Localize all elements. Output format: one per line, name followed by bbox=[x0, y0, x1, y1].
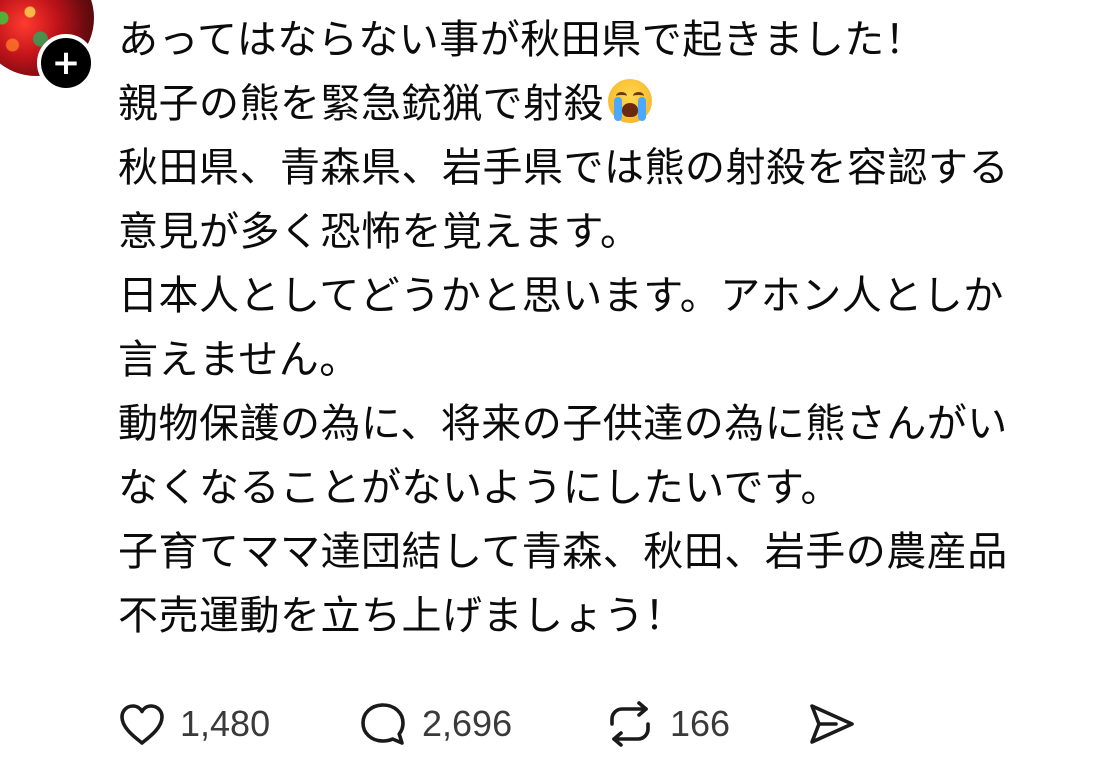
loudly-crying-face-icon bbox=[608, 79, 652, 123]
repost-count: 166 bbox=[670, 703, 731, 744]
post-line-text: 親子の熊を緊急銃猟で射殺 bbox=[118, 81, 604, 127]
repost-button[interactable]: 166 bbox=[604, 700, 806, 748]
heart-icon bbox=[120, 704, 164, 745]
like-count: 1,480 bbox=[180, 703, 271, 744]
post-line: 不売運動を立ち上げましょう！ bbox=[118, 593, 685, 639]
like-button[interactable]: 1,480 bbox=[118, 702, 358, 746]
reply-count: 2,696 bbox=[422, 703, 513, 744]
send-icon bbox=[810, 704, 854, 744]
follow-plus-button[interactable]: + bbox=[37, 34, 95, 92]
post-line: 意見が多く恐怖を覚えます。 bbox=[118, 209, 641, 255]
post-line: 秋田県、青森県、岩手県では熊の射殺を容認する bbox=[118, 145, 1009, 191]
post-line: 子育てママ達団結して青森、秋田、岩手の農産品 bbox=[118, 529, 1008, 575]
post-line: 言えません。 bbox=[118, 337, 360, 383]
plus-icon: + bbox=[51, 43, 81, 83]
comment-icon bbox=[361, 703, 405, 745]
share-button[interactable] bbox=[806, 700, 858, 748]
post-actions-bar: 1,480 2,696 166 bbox=[118, 696, 858, 752]
post-line: あってはならない事が秋田県で起きました！ bbox=[118, 17, 926, 63]
post-line-with-emoji: 親子の熊を緊急銃猟で射殺 bbox=[118, 72, 1078, 136]
post-line: なくなることがないようにしたいです。 bbox=[118, 465, 841, 511]
repost-icon bbox=[610, 701, 650, 747]
post-line: 動物保護の為に、将来の子供達の為に熊さんがい bbox=[118, 401, 1008, 447]
post-body: あってはならない事が秋田県で起きました！ 親子の熊を緊急銃猟で射殺 秋田県、青森… bbox=[118, 8, 1078, 648]
reply-button[interactable]: 2,696 bbox=[358, 700, 604, 748]
post-line: 日本人としてどうかと思います。アホン人としか bbox=[118, 273, 1004, 319]
